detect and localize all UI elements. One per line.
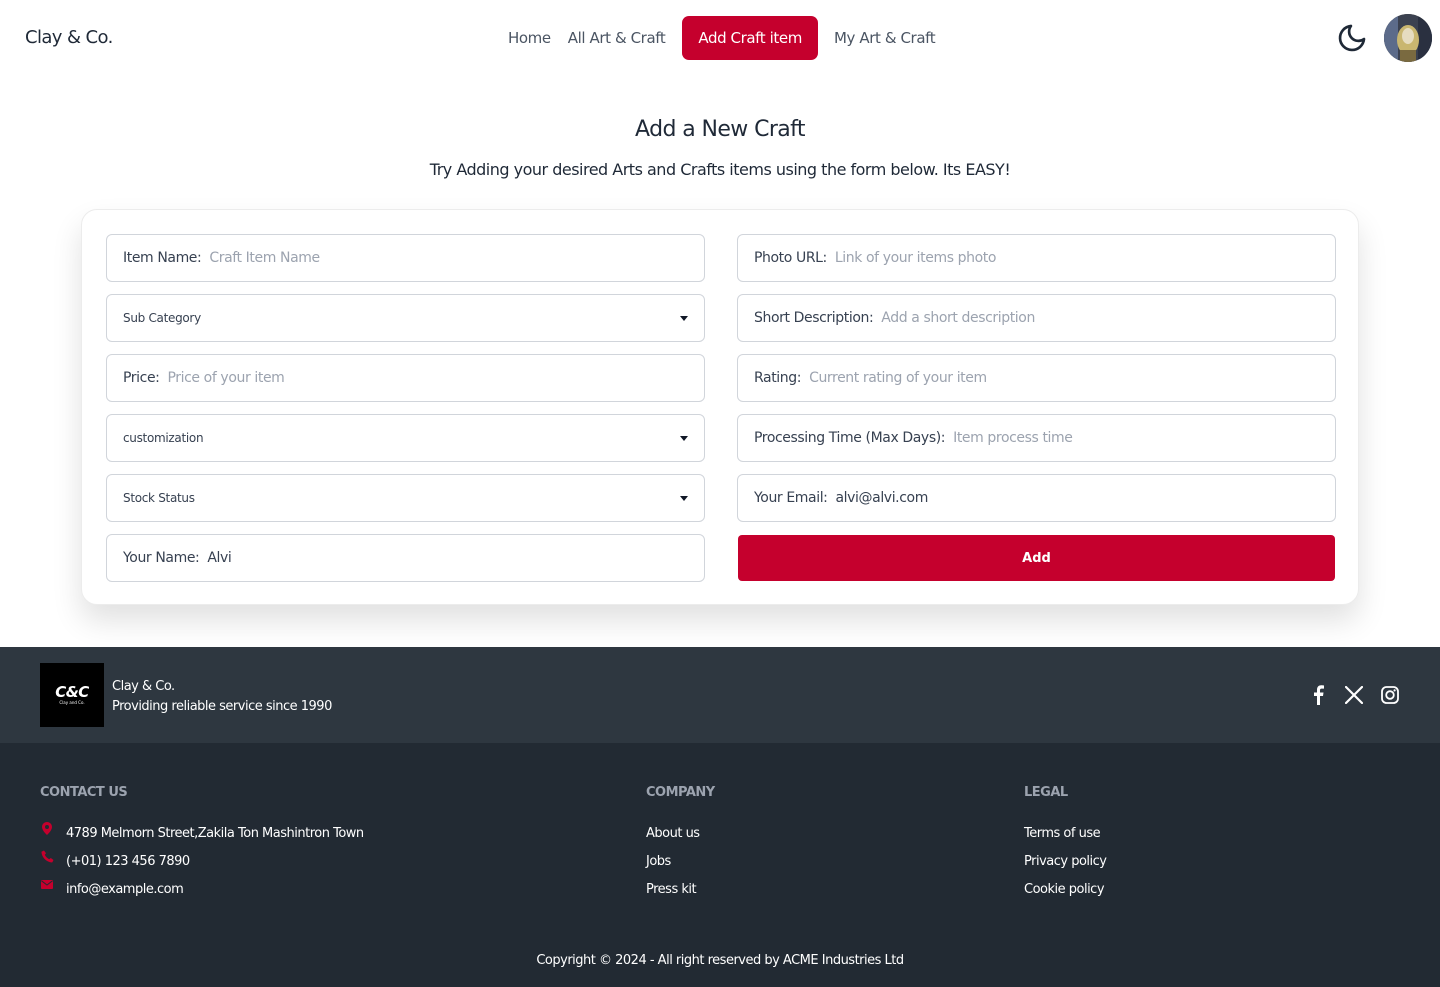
- instagram-link[interactable]: [1380, 685, 1400, 705]
- your-email-label: Your Email:: [754, 490, 828, 506]
- chevron-down-icon: [680, 315, 688, 321]
- photo-url-label: Photo URL:: [754, 250, 827, 266]
- facebook-icon: [1314, 685, 1324, 705]
- moon-icon: [1338, 24, 1366, 52]
- footer-link-terms-of-use[interactable]: Terms of use: [1024, 819, 1106, 847]
- contact-email[interactable]: info@example.com: [40, 875, 364, 903]
- footer-logo-subtext: Clay and Co.: [59, 700, 85, 705]
- footer-link-press-kit[interactable]: Press kit: [646, 875, 715, 903]
- your-name-input[interactable]: [207, 550, 688, 566]
- processing-time-field[interactable]: Processing Time (Max Days):: [737, 414, 1336, 462]
- footer-tagline: Providing reliable service since 1990: [112, 699, 332, 714]
- footer-company-column: COMPANY About us Jobs Press kit: [646, 785, 715, 903]
- x-link[interactable]: [1344, 685, 1364, 705]
- short-description-field[interactable]: Short Description:: [737, 294, 1336, 342]
- rating-input[interactable]: [809, 370, 1319, 386]
- footer-link-privacy-policy[interactable]: Privacy policy: [1024, 847, 1107, 875]
- nav-link-all-art-craft[interactable]: All Art & Craft: [560, 16, 674, 60]
- stock-status-selected: Stock Status: [123, 491, 195, 505]
- nav-link-my-art-craft[interactable]: My Art & Craft: [826, 16, 943, 60]
- add-craft-form: Item Name: Sub Category Price: customiza…: [81, 209, 1359, 605]
- item-name-field[interactable]: Item Name:: [106, 234, 705, 282]
- price-field[interactable]: Price:: [106, 354, 705, 402]
- contact-phone-text: (+01) 123 456 7890: [66, 853, 190, 869]
- customization-select[interactable]: customization: [106, 414, 705, 462]
- short-description-input[interactable]: [881, 310, 1319, 326]
- footer-logo: C&C Clay and Co.: [40, 663, 104, 727]
- footer-link-about-us[interactable]: About us: [646, 819, 715, 847]
- your-email-field[interactable]: Your Email:: [737, 474, 1336, 522]
- footer-brand: Clay & Co. Providing reliable service si…: [112, 677, 332, 717]
- footer-brand-bar: C&C Clay and Co. Clay & Co. Providing re…: [0, 647, 1440, 743]
- sub-category-selected: Sub Category: [123, 311, 201, 325]
- chevron-down-icon: [680, 435, 688, 441]
- footer-link-cookie-policy[interactable]: Cookie policy: [1024, 875, 1106, 903]
- instagram-icon: [1381, 686, 1399, 704]
- footer-brand-name: Clay & Co.: [112, 679, 175, 694]
- footer-contact-column: CONTACT US 4789 Melmorn Street,Zakila To…: [40, 785, 364, 903]
- brand-logo-text[interactable]: Clay & Co.: [25, 27, 113, 48]
- sub-category-select[interactable]: Sub Category: [106, 294, 705, 342]
- nav-link-add-craft-item[interactable]: Add Craft item: [682, 16, 818, 60]
- footer-links-section: CONTACT US 4789 Melmorn Street,Zakila To…: [0, 743, 1440, 987]
- rating-field[interactable]: Rating:: [737, 354, 1336, 402]
- facebook-link[interactable]: [1308, 685, 1328, 705]
- footer-legal-column: LEGAL Terms of use Privacy policy Cookie…: [1024, 785, 1107, 903]
- nav-link-home[interactable]: Home: [500, 16, 559, 60]
- price-input[interactable]: [167, 370, 688, 386]
- stock-status-select[interactable]: Stock Status: [106, 474, 705, 522]
- rating-label: Rating:: [754, 370, 802, 386]
- x-icon: [1345, 686, 1363, 704]
- add-button[interactable]: Add: [738, 535, 1335, 581]
- user-avatar[interactable]: [1384, 14, 1432, 62]
- your-name-label: Your Name:: [123, 550, 200, 566]
- copyright-text: Copyright © 2024 - All right reserved by…: [536, 953, 904, 968]
- contact-address-text: 4789 Melmorn Street,Zakila Ton Mashintro…: [66, 825, 364, 841]
- envelope-icon: [40, 877, 54, 891]
- page-title: Add a New Craft: [635, 117, 806, 142]
- footer-logo-text: C&C: [55, 683, 89, 701]
- customization-selected: customization: [123, 431, 204, 445]
- footer-link-jobs[interactable]: Jobs: [646, 847, 715, 875]
- photo-url-field[interactable]: Photo URL:: [737, 234, 1336, 282]
- phone-icon: [40, 849, 54, 863]
- page-subtitle: Try Adding your desired Arts and Crafts …: [429, 160, 1011, 179]
- company-heading: COMPANY: [646, 785, 715, 800]
- processing-time-input[interactable]: [953, 430, 1319, 446]
- map-pin-icon: [40, 821, 54, 835]
- short-description-label: Short Description:: [754, 310, 874, 326]
- chevron-down-icon: [680, 495, 688, 501]
- contact-phone: (+01) 123 456 7890: [40, 847, 364, 875]
- contact-email-text[interactable]: info@example.com: [66, 882, 184, 897]
- legal-heading: LEGAL: [1024, 785, 1068, 800]
- price-label: Price:: [123, 370, 160, 386]
- avatar-image: [1384, 14, 1432, 62]
- item-name-label: Item Name:: [123, 250, 202, 266]
- theme-toggle-button[interactable]: [1334, 20, 1370, 56]
- contact-address: 4789 Melmorn Street,Zakila Ton Mashintro…: [40, 819, 364, 847]
- your-email-input[interactable]: [835, 490, 1319, 506]
- your-name-field[interactable]: Your Name:: [106, 534, 705, 582]
- contact-heading: CONTACT US: [40, 785, 128, 800]
- photo-url-input[interactable]: [834, 250, 1319, 266]
- navbar: Clay & Co. Home All Art & Craft Add Craf…: [0, 0, 1440, 78]
- processing-time-label: Processing Time (Max Days):: [754, 430, 946, 446]
- nav-links: Home All Art & Craft Add Craft item My A…: [500, 16, 944, 60]
- item-name-input[interactable]: [209, 250, 688, 266]
